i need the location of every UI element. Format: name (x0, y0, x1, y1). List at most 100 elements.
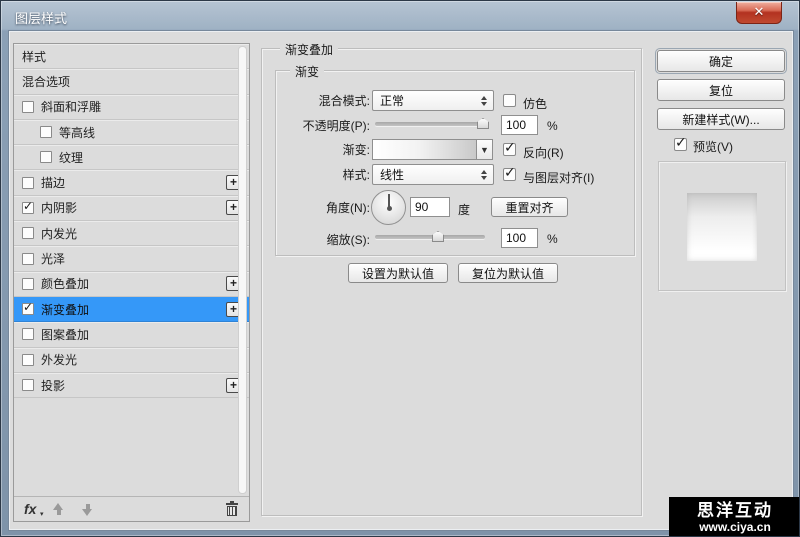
item-label: 内发光 (41, 225, 77, 242)
sidebar-item-inner-shadow[interactable]: ✓ 内阴影 + (14, 196, 249, 221)
scale-slider-thumb[interactable] (432, 231, 444, 242)
inner-glow-checkbox[interactable] (22, 227, 34, 239)
move-down-icon[interactable] (81, 503, 94, 516)
item-label: 渐变叠加 (41, 301, 89, 318)
sidebar-item-inner-glow[interactable]: 内发光 (14, 221, 249, 246)
style-value: 线性 (380, 166, 404, 183)
preview-checkbox[interactable]: ✓ (674, 138, 687, 151)
sidebar-item-styles[interactable]: 样式 (14, 44, 249, 69)
close-icon[interactable]: ✕ (736, 2, 782, 24)
check-icon: ✓ (504, 139, 516, 156)
preview-label: 预览(V) (693, 138, 733, 155)
group-title: 渐变叠加 (280, 41, 338, 58)
style-label: 样式: (278, 167, 370, 183)
scale-label: 缩放(S): (278, 232, 370, 248)
opacity-slider-thumb[interactable] (477, 118, 489, 129)
dither-label: 仿色 (523, 95, 547, 112)
align-layer-label: 与图层对齐(I) (523, 169, 594, 186)
satin-checkbox[interactable] (22, 253, 34, 265)
ok-button[interactable]: 确定 (657, 50, 785, 72)
gradient-overlay-group: 渐变叠加 渐变 混合模式: 正常 仿色 不透明度(P): % 渐变: (261, 48, 642, 516)
item-label: 内阴影 (41, 199, 77, 216)
sidebar-item-blending-options[interactable]: 混合选项 (14, 69, 249, 94)
contour-checkbox[interactable] (40, 126, 52, 138)
sidebar-item-bevel-emboss[interactable]: 斜面和浮雕 (14, 95, 249, 120)
dialog-title: 图层样式 (15, 8, 67, 27)
gradient-label: 渐变: (278, 142, 370, 158)
check-icon: ✓ (23, 199, 33, 213)
angle-dial[interactable] (371, 190, 406, 225)
set-default-button[interactable]: 设置为默认值 (348, 263, 448, 283)
outer-glow-checkbox[interactable] (22, 354, 34, 366)
texture-checkbox[interactable] (40, 151, 52, 163)
dialog-content: 样式 混合选项 斜面和浮雕 等高线 纹理 (8, 30, 794, 531)
item-label: 斜面和浮雕 (41, 98, 101, 115)
check-icon: ✓ (23, 300, 33, 314)
color-overlay-checkbox[interactable] (22, 278, 34, 290)
move-up-icon[interactable] (52, 503, 65, 516)
reset-alignment-button[interactable]: 重置对齐 (491, 197, 568, 217)
opacity-input[interactable] (501, 115, 538, 135)
pattern-overlay-checkbox[interactable] (22, 328, 34, 340)
scale-unit: % (547, 232, 558, 246)
opacity-label: 不透明度(P): (278, 118, 370, 134)
style-list-panel: 样式 混合选项 斜面和浮雕 等高线 纹理 (13, 43, 250, 522)
fx-menu-button[interactable]: fx▾ (24, 501, 36, 517)
blend-mode-select[interactable]: 正常 (372, 90, 494, 111)
gradient-preview-thumbnail (687, 193, 757, 261)
gradient-swatch[interactable] (372, 139, 477, 160)
reverse-label: 反向(R) (523, 144, 564, 161)
gradient-overlay-checkbox[interactable]: ✓ (22, 303, 34, 315)
new-style-button[interactable]: 新建样式(W)... (657, 108, 785, 130)
sidebar-toolbar: fx▾ (14, 496, 249, 521)
opacity-unit: % (547, 119, 558, 133)
spinner-icon (481, 96, 487, 106)
item-label: 样式 (22, 48, 46, 65)
sidebar-scrollbar[interactable] (238, 46, 247, 494)
inner-shadow-checkbox[interactable]: ✓ (22, 202, 34, 214)
style-list: 样式 混合选项 斜面和浮雕 等高线 纹理 (14, 44, 249, 496)
layer-style-dialog: 图层样式 ✕ 样式 混合选项 斜面和浮雕 等高线 (0, 0, 800, 537)
blend-mode-value: 正常 (380, 92, 404, 109)
gradient-picker-arrow-icon[interactable]: ▼ (476, 139, 493, 160)
scale-slider-track[interactable] (375, 235, 485, 239)
bevel-emboss-checkbox[interactable] (22, 101, 34, 113)
item-label: 混合选项 (22, 73, 70, 90)
spinner-icon (481, 170, 487, 180)
align-layer-checkbox[interactable]: ✓ (503, 168, 516, 181)
sidebar-item-color-overlay[interactable]: 颜色叠加 + (14, 272, 249, 297)
item-label: 等高线 (59, 124, 95, 141)
sidebar-item-gradient-overlay[interactable]: ✓ 渐变叠加 + (14, 297, 249, 322)
gradient-subgroup: 渐变 混合模式: 正常 仿色 不透明度(P): % 渐变: ▼ (275, 70, 635, 256)
drop-shadow-checkbox[interactable] (22, 379, 34, 391)
item-label: 纹理 (59, 149, 83, 166)
reset-button[interactable]: 复位 (657, 79, 785, 101)
blend-mode-label: 混合模式: (278, 93, 370, 109)
sidebar-item-stroke[interactable]: 描边 + (14, 170, 249, 195)
caret-down-icon: ▾ (40, 510, 44, 518)
sidebar-item-satin[interactable]: 光泽 (14, 246, 249, 271)
watermark-name: 思洋互动 (697, 502, 773, 520)
sidebar-item-texture[interactable]: 纹理 (14, 145, 249, 170)
opacity-slider-track[interactable] (375, 122, 489, 126)
dither-checkbox[interactable] (503, 94, 516, 107)
item-label: 图案叠加 (41, 326, 89, 343)
item-label: 描边 (41, 174, 65, 191)
stroke-checkbox[interactable] (22, 177, 34, 189)
subgroup-title: 渐变 (290, 63, 324, 80)
style-select[interactable]: 线性 (372, 164, 494, 185)
angle-input[interactable] (410, 197, 450, 217)
sidebar-item-outer-glow[interactable]: 外发光 (14, 348, 249, 373)
angle-unit: 度 (458, 201, 470, 218)
sidebar-item-pattern-overlay[interactable]: 图案叠加 (14, 322, 249, 347)
item-label: 外发光 (41, 351, 77, 368)
titlebar[interactable]: 图层样式 ✕ (1, 1, 799, 31)
reset-default-button[interactable]: 复位为默认值 (458, 263, 558, 283)
sidebar-item-contour[interactable]: 等高线 (14, 120, 249, 145)
style-preview-box (658, 161, 786, 291)
trash-icon[interactable] (225, 502, 239, 517)
dial-hub (387, 206, 392, 211)
sidebar-item-drop-shadow[interactable]: 投影 + (14, 373, 249, 398)
scale-input[interactable] (501, 228, 538, 248)
reverse-checkbox[interactable]: ✓ (503, 143, 516, 156)
